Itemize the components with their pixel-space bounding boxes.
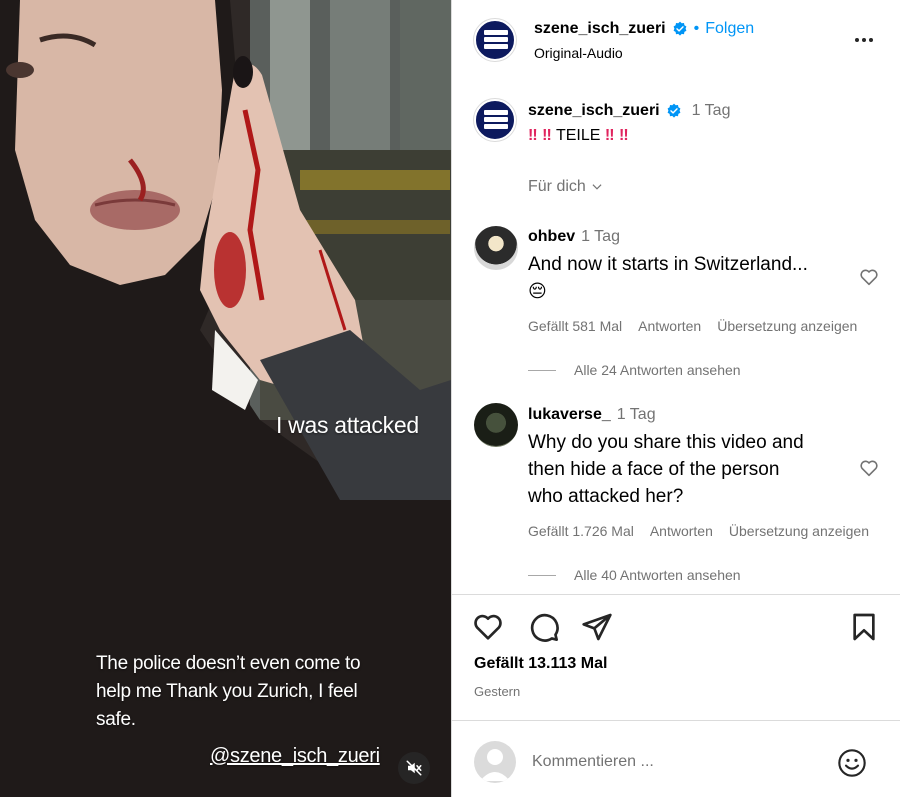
comment-text: And now it starts in Switzerland... 😔 <box>528 251 808 305</box>
audio-label[interactable]: Original-Audio <box>534 45 623 61</box>
commenter-avatar[interactable] <box>474 226 518 270</box>
caption-header: szene_isch_zueri 1 Tag <box>528 102 730 120</box>
exclamation-icon: ‼ <box>619 127 629 144</box>
comment-sort-dropdown[interactable]: Für dich <box>528 178 604 196</box>
divider <box>452 594 900 595</box>
comment-meta: Gefällt 581 Mal Antworten Übersetzung an… <box>528 318 857 334</box>
comment-text-line: Why do you share this video and <box>528 432 804 453</box>
author-avatar[interactable] <box>474 19 516 61</box>
post-side-panel: szene_isch_zueri • Folgen Original-Audio… <box>451 0 900 797</box>
exclamation-icon: ‼ <box>604 127 615 144</box>
view-replies-label: Alle 24 Antworten ansehen <box>574 362 741 378</box>
save-bookmark-icon[interactable] <box>848 611 880 643</box>
follow-button[interactable]: Folgen <box>705 20 754 38</box>
exclamation-icon: ‼ <box>528 127 538 144</box>
comment-text-line: And now it starts in Switzerland... <box>528 254 808 275</box>
caption-word: TEILE <box>555 127 601 144</box>
comment-like-heart-icon[interactable] <box>858 457 880 479</box>
brand-logo-icon <box>484 110 508 131</box>
replies-divider <box>528 369 556 371</box>
caption-author-avatar[interactable] <box>474 99 516 141</box>
mute-button[interactable] <box>398 752 430 784</box>
comment-likes[interactable]: Gefällt 581 Mal <box>528 318 622 334</box>
comment-text-line: then hide a face of the person <box>528 459 780 480</box>
reply-button[interactable]: Antworten <box>638 318 701 334</box>
emoji-smiley-icon[interactable] <box>836 747 868 779</box>
verified-badge-icon <box>667 103 681 118</box>
reel-video[interactable]: I was attacked The police doesn’t even c… <box>0 0 451 797</box>
video-caption-handle: @szene_isch_zueri <box>210 745 380 767</box>
commenter-avatar[interactable] <box>474 403 518 447</box>
video-caption-police: The police doesn’t even come to help me … <box>96 653 361 730</box>
divider <box>452 720 900 721</box>
view-replies-label: Alle 40 Antworten ansehen <box>574 567 741 583</box>
brand-logo-icon <box>484 30 508 51</box>
view-replies-button[interactable]: Alle 24 Antworten ansehen <box>528 362 741 378</box>
verified-badge-icon <box>673 21 687 36</box>
author-username[interactable]: szene_isch_zueri <box>534 20 666 38</box>
reply-button[interactable]: Antworten <box>650 523 713 539</box>
pensive-emoji: 😔 <box>528 281 547 301</box>
comment-meta: Gefällt 1.726 Mal Antworten Übersetzung … <box>528 523 869 539</box>
comment-text-line: who attacked her? <box>528 486 684 507</box>
comment-bubble-icon[interactable] <box>528 611 560 643</box>
default-user-icon <box>480 749 510 781</box>
comment-time[interactable]: 1 Tag <box>617 406 656 423</box>
speaker-muted-icon <box>406 760 422 776</box>
chevron-down-icon <box>592 184 602 190</box>
comment-like-heart-icon[interactable] <box>858 266 880 288</box>
current-user-avatar <box>474 741 516 783</box>
comment-text: Why do you share this video and then hid… <box>528 429 804 510</box>
replies-divider <box>528 574 556 576</box>
comment-input[interactable] <box>532 748 822 776</box>
commenter-username[interactable]: lukaverse_ <box>528 406 611 423</box>
share-paper-plane-icon[interactable] <box>581 611 613 643</box>
translate-button[interactable]: Übersetzung anzeigen <box>717 318 857 334</box>
commenter-username[interactable]: ohbev <box>528 228 575 245</box>
more-options-button[interactable] <box>850 30 878 50</box>
comment-sort-label: Für dich <box>528 178 586 195</box>
video-caption-attacked: I was attacked <box>276 412 419 438</box>
separator-dot: • <box>693 20 700 37</box>
translate-button[interactable]: Übersetzung anzeigen <box>729 523 869 539</box>
comment-time[interactable]: 1 Tag <box>581 228 620 245</box>
comment-header: lukaverse_ 1 Tag <box>528 406 656 424</box>
post-header: szene_isch_zueri • Folgen <box>534 20 754 38</box>
exclamation-icon: ‼ <box>542 127 552 144</box>
more-horizontal-icon <box>855 38 859 42</box>
post-date[interactable]: Gestern <box>474 684 520 699</box>
comment-likes[interactable]: Gefällt 1.726 Mal <box>528 523 634 539</box>
view-replies-button[interactable]: Alle 40 Antworten ansehen <box>528 567 741 583</box>
caption-time[interactable]: 1 Tag <box>692 102 731 120</box>
caption-text: ‼ ‼ TEILE ‼ ‼ <box>528 127 629 145</box>
comment-header: ohbev 1 Tag <box>528 228 620 246</box>
caption-username[interactable]: szene_isch_zueri <box>528 102 660 120</box>
like-heart-icon[interactable] <box>472 611 504 643</box>
post-likes-count[interactable]: Gefällt 13.113 Mal <box>474 655 607 673</box>
